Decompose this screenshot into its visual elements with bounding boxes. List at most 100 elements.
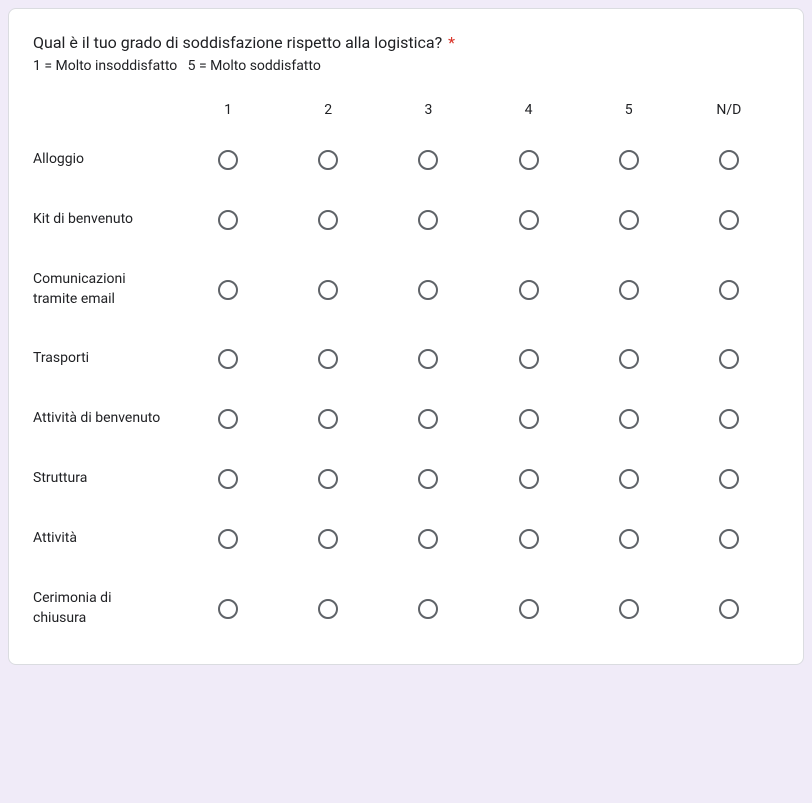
radio-cell	[378, 579, 478, 639]
question-legend: 1 = Molto insoddisfatto 5 = Molto soddis…	[33, 58, 779, 74]
radio-cell	[178, 579, 278, 639]
radio-cell	[278, 449, 378, 509]
radio-option[interactable]	[519, 150, 539, 170]
question-card: Qual è il tuo grado di soddisfazione ris…	[8, 8, 804, 665]
radio-option[interactable]	[619, 469, 639, 489]
radio-option[interactable]	[318, 529, 338, 549]
radio-option[interactable]	[719, 409, 739, 429]
radio-cell	[579, 260, 679, 320]
row-label: Cerimonia di chiusura	[33, 569, 178, 648]
column-header-4: 4	[478, 102, 578, 130]
radio-option[interactable]	[719, 599, 739, 619]
header-spacer	[33, 110, 178, 122]
radio-option[interactable]	[218, 150, 238, 170]
radio-option[interactable]	[418, 599, 438, 619]
radio-cell	[178, 329, 278, 389]
radio-cell	[278, 329, 378, 389]
radio-cell	[478, 389, 578, 449]
radio-option[interactable]	[418, 280, 438, 300]
radio-cell	[378, 389, 478, 449]
radio-option[interactable]	[719, 469, 739, 489]
radio-cell	[178, 449, 278, 509]
radio-option[interactable]	[318, 150, 338, 170]
radio-option[interactable]	[218, 529, 238, 549]
radio-cell	[378, 190, 478, 250]
radio-cell	[679, 389, 779, 449]
column-header-nd: N/D	[679, 102, 779, 130]
radio-cell	[278, 260, 378, 320]
radio-option[interactable]	[519, 529, 539, 549]
radio-cell	[278, 579, 378, 639]
radio-option[interactable]	[719, 210, 739, 230]
radio-cell	[579, 190, 679, 250]
radio-option[interactable]	[418, 469, 438, 489]
radio-option[interactable]	[619, 599, 639, 619]
radio-cell	[278, 509, 378, 569]
radio-option[interactable]	[218, 469, 238, 489]
radio-option[interactable]	[218, 409, 238, 429]
row-label: Kit di benvenuto	[33, 190, 178, 250]
column-header-3: 3	[378, 102, 478, 130]
radio-option[interactable]	[619, 529, 639, 549]
radio-cell	[478, 329, 578, 389]
radio-option[interactable]	[318, 210, 338, 230]
radio-option[interactable]	[418, 529, 438, 549]
radio-option[interactable]	[619, 280, 639, 300]
radio-cell	[478, 260, 578, 320]
radio-option[interactable]	[719, 150, 739, 170]
column-header-2: 2	[278, 102, 378, 130]
column-header-1: 1	[178, 102, 278, 130]
radio-option[interactable]	[418, 349, 438, 369]
radio-option[interactable]	[519, 280, 539, 300]
radio-option[interactable]	[519, 409, 539, 429]
question-title-text: Qual è il tuo grado di soddisfazione ris…	[33, 33, 442, 52]
radio-option[interactable]	[318, 349, 338, 369]
radio-cell	[178, 389, 278, 449]
row-label: Alloggio	[33, 130, 178, 190]
radio-cell	[579, 579, 679, 639]
radio-option[interactable]	[318, 599, 338, 619]
radio-option[interactable]	[519, 210, 539, 230]
radio-option[interactable]	[719, 349, 739, 369]
radio-option[interactable]	[719, 280, 739, 300]
radio-option[interactable]	[318, 280, 338, 300]
radio-cell	[278, 130, 378, 190]
radio-option[interactable]	[218, 210, 238, 230]
radio-cell	[378, 130, 478, 190]
radio-option[interactable]	[619, 349, 639, 369]
radio-option[interactable]	[318, 409, 338, 429]
likert-grid: 1 2 3 4 5 N/D Alloggio Kit di benvenuto …	[33, 102, 779, 648]
radio-option[interactable]	[619, 150, 639, 170]
radio-option[interactable]	[619, 409, 639, 429]
radio-option[interactable]	[519, 599, 539, 619]
radio-option[interactable]	[418, 210, 438, 230]
radio-cell	[579, 509, 679, 569]
radio-cell	[378, 329, 478, 389]
radio-cell	[478, 130, 578, 190]
radio-cell	[478, 579, 578, 639]
radio-cell	[278, 190, 378, 250]
radio-cell	[679, 579, 779, 639]
radio-option[interactable]	[418, 409, 438, 429]
radio-option[interactable]	[418, 150, 438, 170]
radio-cell	[679, 130, 779, 190]
row-label: Comunicazioni tramite email	[33, 250, 178, 329]
radio-option[interactable]	[719, 529, 739, 549]
radio-option[interactable]	[318, 469, 338, 489]
radio-cell	[378, 449, 478, 509]
radio-cell	[679, 509, 779, 569]
radio-cell	[278, 389, 378, 449]
radio-option[interactable]	[619, 210, 639, 230]
radio-option[interactable]	[218, 599, 238, 619]
radio-option[interactable]	[519, 469, 539, 489]
radio-cell	[178, 190, 278, 250]
radio-cell	[478, 509, 578, 569]
row-label: Trasporti	[33, 329, 178, 389]
radio-option[interactable]	[218, 349, 238, 369]
row-label: Attività di benvenuto	[33, 389, 178, 449]
radio-cell	[679, 190, 779, 250]
radio-cell	[478, 449, 578, 509]
row-label: Struttura	[33, 449, 178, 509]
radio-option[interactable]	[218, 280, 238, 300]
radio-option[interactable]	[519, 349, 539, 369]
